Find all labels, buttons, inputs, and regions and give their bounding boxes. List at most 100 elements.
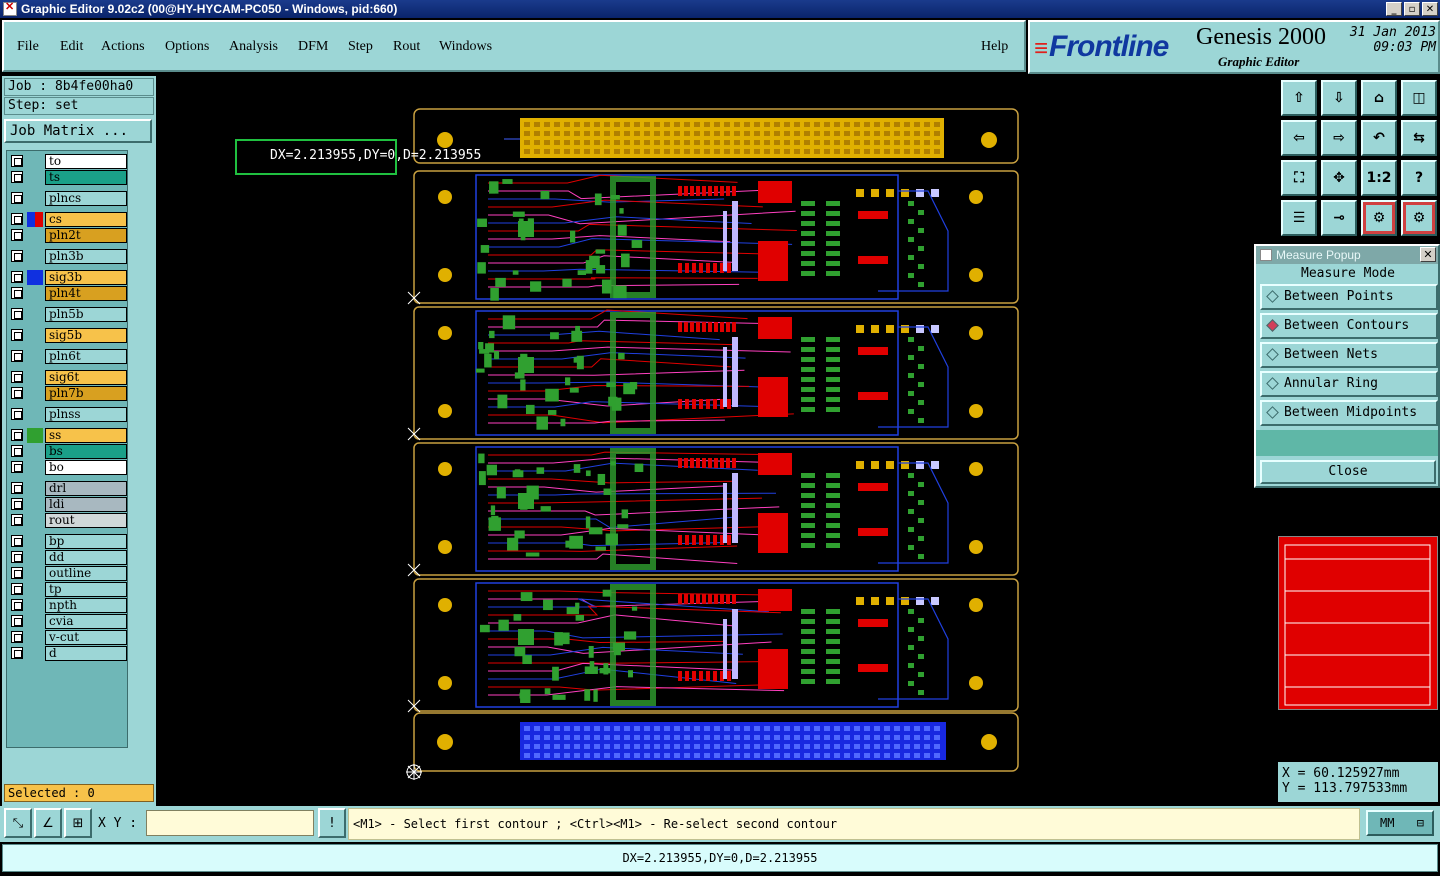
- layer-name[interactable]: plnss: [45, 407, 127, 422]
- layer-row-bo[interactable]: bo: [11, 460, 127, 475]
- layer-name[interactable]: drl: [45, 481, 127, 496]
- layer-checkbox[interactable]: [11, 271, 23, 283]
- pan-icon[interactable]: ✥: [1321, 160, 1357, 196]
- close-window-button[interactable]: ✕: [1422, 2, 1438, 16]
- layer-checkbox[interactable]: [11, 631, 23, 643]
- layer-name[interactable]: ss: [45, 428, 127, 443]
- layer-checkbox[interactable]: [11, 192, 23, 204]
- menu-file[interactable]: File: [17, 39, 39, 55]
- menu-analysis[interactable]: Analysis: [229, 39, 278, 55]
- layer-color-swatch[interactable]: [27, 328, 43, 343]
- tools-icon[interactable]: ☰: [1281, 200, 1317, 236]
- layer-color-swatch[interactable]: [27, 154, 43, 169]
- layer-name[interactable]: cvia: [45, 614, 127, 629]
- layer-name[interactable]: ts: [45, 170, 127, 185]
- layer-name[interactable]: sig6t: [45, 370, 127, 385]
- layer-color-swatch[interactable]: [27, 228, 43, 243]
- layer-checkbox[interactable]: [11, 350, 23, 362]
- layer-color-swatch[interactable]: [27, 497, 43, 512]
- export-icon[interactable]: ⇧: [1281, 80, 1317, 116]
- layer-row-cs[interactable]: cs: [11, 212, 127, 227]
- layer-name[interactable]: ldi: [45, 497, 127, 512]
- layer-color-swatch[interactable]: [27, 370, 43, 385]
- layer-color-swatch[interactable]: [27, 481, 43, 496]
- layer-row-npth[interactable]: npth: [11, 598, 127, 613]
- layer-checkbox[interactable]: [11, 615, 23, 627]
- info-icon[interactable]: !: [318, 808, 346, 838]
- window-icon[interactable]: ◫: [1401, 80, 1437, 116]
- layer-row-rout[interactable]: rout: [11, 513, 127, 528]
- swap-icon[interactable]: ⇆: [1401, 120, 1437, 156]
- layer-color-swatch[interactable]: [27, 428, 43, 443]
- layer-name[interactable]: bo: [45, 460, 127, 475]
- layer-name[interactable]: pln7b: [45, 386, 127, 401]
- layer-name[interactable]: sig3b: [45, 270, 127, 285]
- grid-icon[interactable]: ⊞: [64, 808, 92, 838]
- right-icon[interactable]: ⇨: [1321, 120, 1357, 156]
- layer-checkbox[interactable]: [11, 535, 23, 547]
- layer-color-swatch[interactable]: [27, 598, 43, 613]
- option-between-points[interactable]: Between Points: [1260, 284, 1438, 310]
- units-select[interactable]: MM ⊟: [1366, 810, 1434, 836]
- undo-icon[interactable]: ↶: [1361, 120, 1397, 156]
- menu-options[interactable]: Options: [165, 39, 209, 55]
- layer-row-pln2t[interactable]: pln2t: [11, 228, 127, 243]
- layer-row-pln3b[interactable]: pln3b: [11, 249, 127, 264]
- left-icon[interactable]: ⇦: [1281, 120, 1317, 156]
- menu-help[interactable]: Help: [981, 39, 1008, 55]
- layer-name[interactable]: pln2t: [45, 228, 127, 243]
- layer-row-ldi[interactable]: ldi: [11, 497, 127, 512]
- import-icon[interactable]: ⇩: [1321, 80, 1357, 116]
- layer-color-swatch[interactable]: [27, 170, 43, 185]
- menu-actions[interactable]: Actions: [101, 39, 145, 55]
- layer-checkbox[interactable]: [11, 287, 23, 299]
- menu-step[interactable]: Step: [348, 39, 373, 55]
- layer-name[interactable]: npth: [45, 598, 127, 613]
- layer-row-ss[interactable]: ss: [11, 428, 127, 443]
- layer-checkbox[interactable]: [11, 213, 23, 225]
- snap-icon[interactable]: ⤡: [4, 808, 32, 838]
- layer-name[interactable]: outline: [45, 566, 127, 581]
- layer-row-v-cut[interactable]: v-cut: [11, 630, 127, 645]
- menu-edit[interactable]: Edit: [60, 39, 83, 55]
- layer-checkbox[interactable]: [11, 250, 23, 262]
- layer-name[interactable]: v-cut: [45, 630, 127, 645]
- option-annular-ring[interactable]: Annular Ring: [1260, 371, 1438, 397]
- layer-row-sig5b[interactable]: sig5b: [11, 328, 127, 343]
- layer-name[interactable]: rout: [45, 513, 127, 528]
- layer-name[interactable]: pln4t: [45, 286, 127, 301]
- layer-row-cvia[interactable]: cvia: [11, 614, 127, 629]
- menu-dfm[interactable]: DFM: [298, 39, 328, 55]
- layer-color-swatch[interactable]: [27, 630, 43, 645]
- layer-name[interactable]: tp: [45, 582, 127, 597]
- angle-icon[interactable]: ∠: [34, 808, 62, 838]
- measure-close-button[interactable]: Close: [1260, 460, 1436, 484]
- layer-row-outline[interactable]: outline: [11, 566, 127, 581]
- layer-checkbox[interactable]: [11, 482, 23, 494]
- layer-color-swatch[interactable]: [27, 191, 43, 206]
- layer-color-swatch[interactable]: [27, 614, 43, 629]
- layer-name[interactable]: to: [45, 154, 127, 169]
- layer-name[interactable]: d: [45, 646, 127, 661]
- layer-checkbox[interactable]: [11, 155, 23, 167]
- layer-checkbox[interactable]: [11, 329, 23, 341]
- layer-color-swatch[interactable]: [27, 386, 43, 401]
- layer-name[interactable]: pln5b: [45, 307, 127, 322]
- close-icon[interactable]: ✕: [1420, 247, 1436, 262]
- layer-checkbox[interactable]: [11, 647, 23, 659]
- layer-row-to[interactable]: to: [11, 154, 127, 169]
- layer-checkbox[interactable]: [11, 514, 23, 526]
- layer-color-swatch[interactable]: [27, 349, 43, 364]
- layer-checkbox[interactable]: [11, 229, 23, 241]
- layer-color-swatch[interactable]: [27, 212, 43, 227]
- layer-row-tp[interactable]: tp: [11, 582, 127, 597]
- layer-checkbox[interactable]: [11, 498, 23, 510]
- layer-row-pln5b[interactable]: pln5b: [11, 307, 127, 322]
- layer-color-swatch[interactable]: [27, 550, 43, 565]
- overview-map[interactable]: [1278, 536, 1438, 710]
- layer-name[interactable]: pln3b: [45, 249, 127, 264]
- layer-checkbox[interactable]: [11, 308, 23, 320]
- layer-row-pln4t[interactable]: pln4t: [11, 286, 127, 301]
- menu-rout[interactable]: Rout: [393, 39, 420, 55]
- layer-row-drl[interactable]: drl: [11, 481, 127, 496]
